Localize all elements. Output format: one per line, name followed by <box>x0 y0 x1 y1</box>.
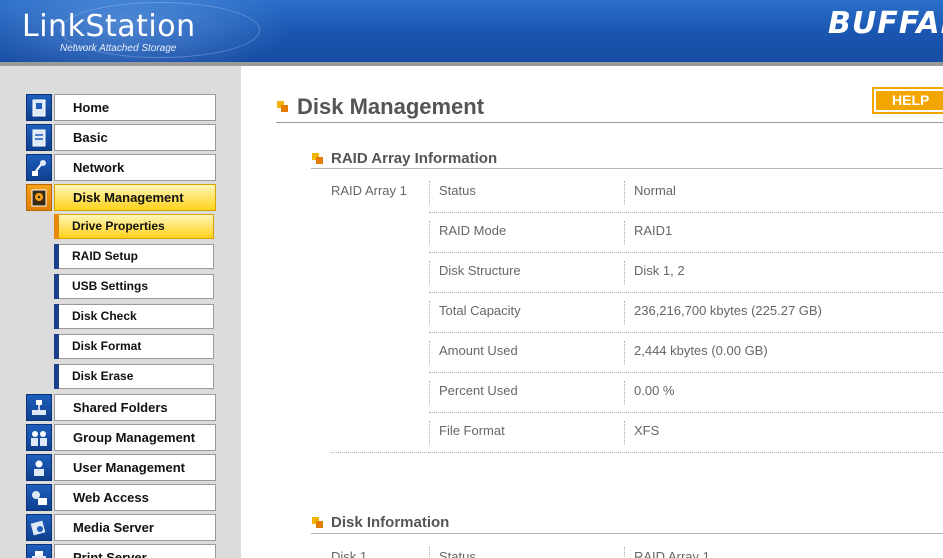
main-content: Disk Management HELP RAID Array Informat… <box>241 66 943 558</box>
sidebar-subitem-disk-check[interactable]: Disk Check <box>54 304 214 329</box>
title-bullet-icon <box>277 101 288 112</box>
sidebar-item-user-management[interactable]: User Management <box>26 454 216 481</box>
field-value: Normal <box>634 183 676 198</box>
subitem-label: RAID Setup <box>59 244 214 269</box>
sidebar-subitem-usb-settings[interactable]: USB Settings <box>54 274 214 299</box>
section-divider <box>311 168 943 169</box>
page-title: Disk Management <box>297 94 485 119</box>
field-label: RAID Mode <box>439 223 507 238</box>
subitem-label: Disk Format <box>59 334 214 359</box>
table-row: Total Capacity 236,216,700 kbytes (225.2… <box>331 293 943 333</box>
sidebar-subitem-raid-setup[interactable]: RAID Setup <box>54 244 214 269</box>
field-label: Disk Structure <box>439 263 521 278</box>
table-row: Disk 1 Status RAID Array 1 <box>331 539 943 558</box>
field-label: Percent Used <box>439 383 518 398</box>
sidebar-item-label: Web Access <box>54 484 216 511</box>
subitem-label: Disk Check <box>59 304 214 329</box>
media-server-icon <box>26 514 52 541</box>
title-divider <box>276 122 943 123</box>
table-row: File Format XFS <box>331 413 943 453</box>
sidebar-item-group-management[interactable]: Group Management <box>26 424 216 451</box>
section-bullet-icon <box>312 517 323 528</box>
table-row: RAID Array 1 Status Normal <box>331 173 943 213</box>
field-value: 0.00 % <box>634 383 675 398</box>
home-icon <box>26 94 52 121</box>
shared-folders-icon <box>26 394 52 421</box>
field-value: 2,444 kbytes (0.00 GB) <box>634 343 768 358</box>
field-value: 236,216,700 kbytes (225.27 GB) <box>634 303 822 318</box>
sidebar-item-label: Print Server <box>54 544 216 558</box>
section-divider <box>311 533 943 534</box>
group-icon <box>26 424 52 451</box>
brand-logo: BUFFALO <box>828 6 943 41</box>
field-value: RAID1 <box>634 223 673 238</box>
app-header: LinkStation Network Attached Storage BUF… <box>0 0 943 62</box>
field-value: Disk 1, 2 <box>634 263 685 278</box>
table-row: Amount Used 2,444 kbytes (0.00 GB) <box>331 333 943 373</box>
field-value: XFS <box>634 423 660 438</box>
sidebar-item-web-access[interactable]: Web Access <box>26 484 216 511</box>
sidebar-item-label: Basic <box>54 124 216 151</box>
field-label: Total Capacity <box>439 303 521 318</box>
help-button-label: HELP <box>876 91 943 110</box>
sidebar-item-shared-folders[interactable]: Shared Folders <box>26 394 216 421</box>
sidebar-subitem-drive-properties[interactable]: Drive Properties <box>54 214 214 239</box>
section-title-disk: Disk Information <box>331 514 450 531</box>
sidebar-item-label: Media Server <box>54 514 216 541</box>
sidebar-item-label: Disk Management <box>54 184 216 211</box>
disk-label: Disk 1 <box>331 549 368 558</box>
sidebar-item-label: User Management <box>54 454 216 481</box>
user-icon <box>26 454 52 481</box>
sidebar-item-print-server[interactable]: Print Server <box>26 544 216 558</box>
section-title-raid: RAID Array Information <box>331 150 498 167</box>
network-icon <box>26 154 52 181</box>
disk-icon <box>26 184 52 211</box>
sidebar-item-network[interactable]: Network <box>26 154 216 181</box>
logo-subtitle: Network Attached Storage <box>60 43 177 54</box>
subitem-label: Drive Properties <box>59 214 214 239</box>
sidebar-item-label: Group Management <box>54 424 216 451</box>
subitem-label: Disk Erase <box>59 364 214 389</box>
sidebar-subitem-disk-erase[interactable]: Disk Erase <box>54 364 214 389</box>
help-button[interactable]: HELP <box>872 87 943 114</box>
logo-title: LinkStation <box>22 9 196 44</box>
sidebar-item-label: Home <box>54 94 216 121</box>
field-label: File Format <box>439 423 505 438</box>
web-access-icon <box>26 484 52 511</box>
section-bullet-icon <box>312 153 323 164</box>
table-row: Percent Used 0.00 % <box>331 373 943 413</box>
field-label: Status <box>439 183 476 198</box>
print-server-icon <box>26 544 52 558</box>
basic-settings-icon <box>26 124 52 151</box>
sidebar: Home Basic Network Disk Management Drive… <box>0 66 241 558</box>
sidebar-item-home[interactable]: Home <box>26 94 216 121</box>
sidebar-item-basic[interactable]: Basic <box>26 124 216 151</box>
sidebar-item-media-server[interactable]: Media Server <box>26 514 216 541</box>
sidebar-subitem-disk-format[interactable]: Disk Format <box>54 334 214 359</box>
field-value: RAID Array 1 <box>634 549 710 558</box>
table-row: Disk Structure Disk 1, 2 <box>331 253 943 293</box>
sidebar-item-disk-management[interactable]: Disk Management <box>26 184 216 211</box>
subitem-label: USB Settings <box>59 274 214 299</box>
raid-array-label: RAID Array 1 <box>331 183 407 198</box>
table-row: RAID Mode RAID1 <box>331 213 943 253</box>
sidebar-item-label: Shared Folders <box>54 394 216 421</box>
field-label: Status <box>439 549 476 558</box>
sidebar-item-label: Network <box>54 154 216 181</box>
field-label: Amount Used <box>439 343 518 358</box>
